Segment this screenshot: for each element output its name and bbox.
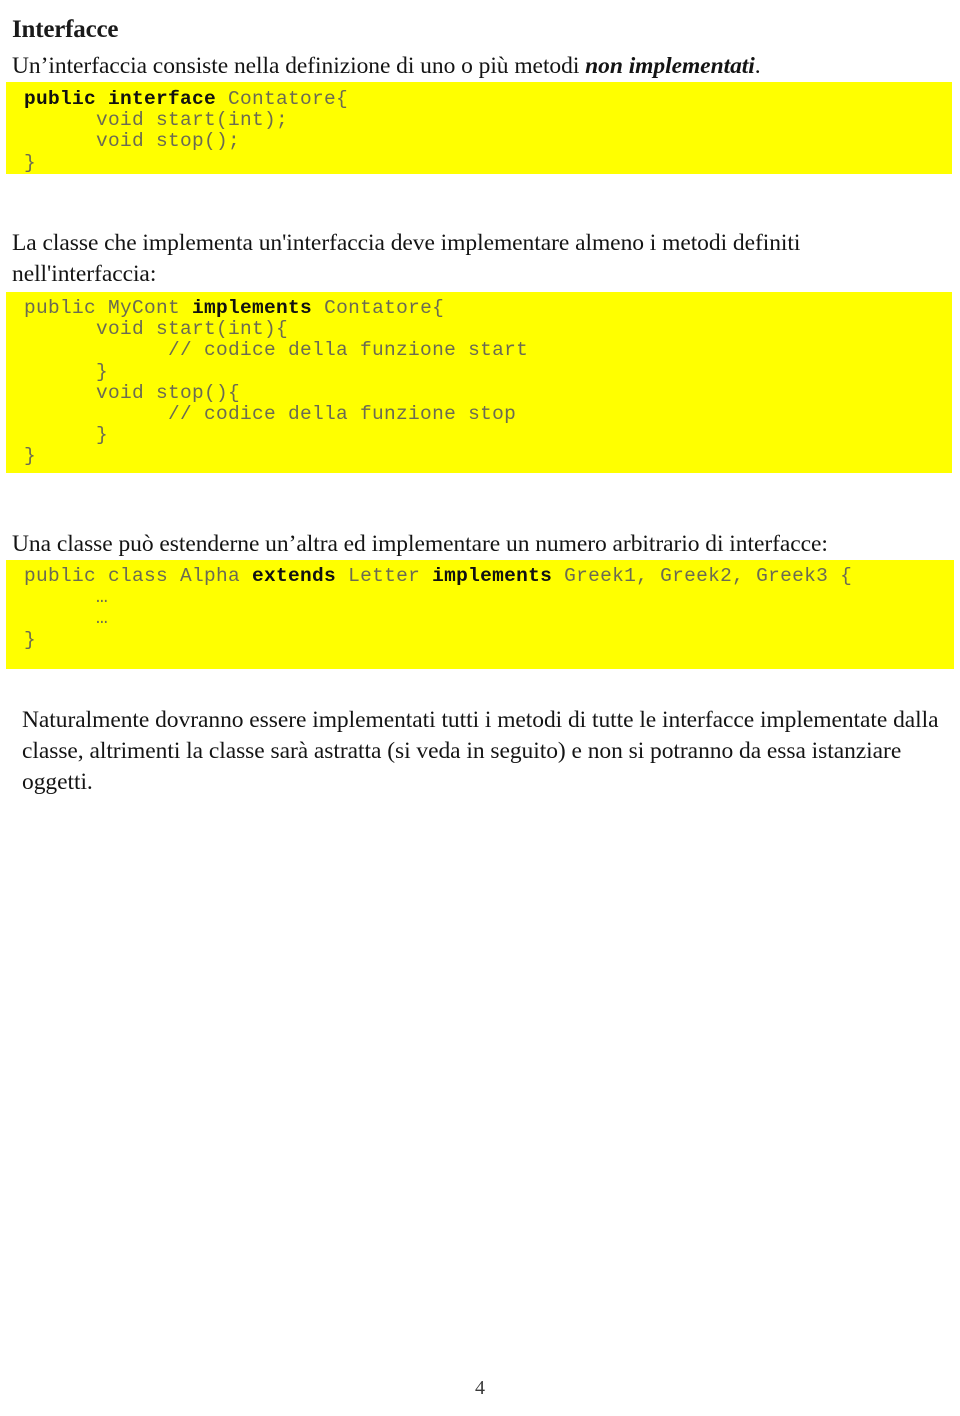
code-line: void start(int);: [24, 109, 289, 132]
document-page: Interfacce Un’interfaccia consiste nella…: [0, 0, 960, 1416]
code-line-1-b: Contatore{: [312, 297, 445, 319]
code-keyword-implements: implements: [432, 565, 553, 587]
third-paragraph: Una classe può estenderne un’altra ed im…: [12, 530, 828, 557]
code-line: }: [24, 445, 37, 468]
page-title: Interfacce: [12, 15, 119, 43]
intro-text-prefix: Un’interfaccia consiste nella definizion…: [12, 52, 586, 79]
page-number: 4: [475, 1377, 485, 1399]
code-line: }: [24, 360, 109, 383]
code-line: public MyCont implements Contatore{: [24, 297, 952, 319]
intro-emphasis: non implementati: [585, 52, 755, 79]
code-line: void stop(){: [24, 381, 241, 404]
code-keyword-public-interface: public interface: [24, 88, 217, 110]
code-line: …: [24, 607, 109, 630]
code-line: // codice della funzione stop: [24, 403, 517, 426]
code-line: public class Alpha extends Letter implem…: [24, 565, 954, 587]
code-line-1-a: public MyCont: [24, 297, 193, 319]
final-paragraph: Naturalmente dovranno essere implementat…: [22, 706, 939, 795]
code-line-1-c: Greek1, Greek2, Greek3 {: [552, 565, 853, 587]
code-keyword-extends: extends: [252, 565, 337, 587]
code-block-mycont: public MyCont implements Contatore{ void…: [6, 292, 952, 473]
code-keyword-implements: implements: [192, 297, 313, 319]
code-line: }: [24, 628, 37, 651]
code-line: }: [24, 151, 37, 174]
code-line: …: [24, 586, 109, 609]
code-line: }: [24, 424, 109, 447]
code-line: // codice della funzione start: [24, 339, 529, 362]
code-line-1-rest: Contatore{: [216, 88, 349, 110]
code-block-interface: public interface Contatore{ void start(i…: [6, 82, 952, 174]
code-line: public interface Contatore{: [24, 88, 952, 110]
intro-text-suffix: .: [754, 52, 761, 79]
code-line: void stop();: [24, 130, 241, 153]
code-line-1-a: public class Alpha: [24, 565, 253, 587]
second-paragraph: La classe che implementa un'interfaccia …: [12, 229, 801, 287]
code-line: void start(int){: [24, 318, 289, 341]
intro-paragraph: Un’interfaccia consiste nella definizion…: [12, 51, 942, 82]
code-block-alpha: public class Alpha extends Letter implem…: [6, 560, 954, 669]
code-line-1-b: Letter: [336, 565, 433, 587]
